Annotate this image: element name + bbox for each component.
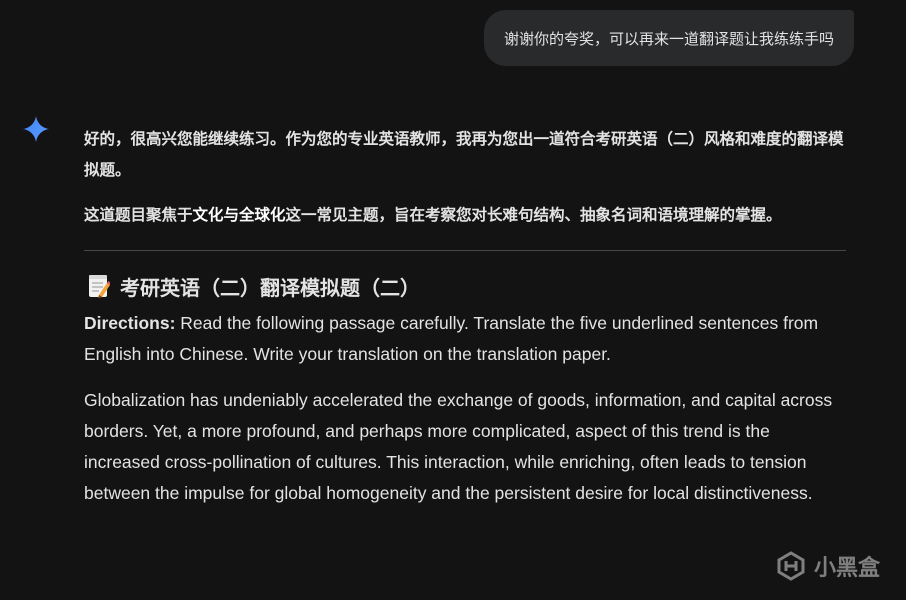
user-message-text: 谢谢你的夸奖，可以再来一道翻译题让我练练手吗 bbox=[503, 29, 834, 48]
divider bbox=[84, 250, 846, 251]
user-message-bubble: 谢谢你的夸奖，可以再来一道翻译题让我练练手吗 bbox=[483, 10, 854, 66]
section-title: 考研英语（二）翻译模拟题（二） bbox=[120, 275, 420, 300]
directions-text: Read the following passage carefully. Tr… bbox=[84, 313, 819, 364]
memo-icon bbox=[89, 275, 110, 298]
directions-label: Directions: bbox=[84, 313, 176, 333]
directions-paragraph: Directions: Read the following passage c… bbox=[84, 308, 846, 370]
focus-text-before: 这道题目聚焦于 bbox=[84, 206, 193, 224]
passage-paragraph: Globalization has undeniably accelerated… bbox=[84, 390, 833, 503]
focus-text-after: 这一常见主题，旨在考察您对长难句结构、抽象名词和语境理解的掌握。 bbox=[285, 206, 782, 224]
watermark-text: 小黑盒 bbox=[813, 556, 880, 581]
gemini-spark-icon bbox=[23, 116, 49, 142]
heybox-logo-icon bbox=[777, 551, 805, 581]
chat-page: 谢谢你的夸奖，可以再来一道翻译题让我练练手吗 好的，很高兴您能继续练习。作为您的… bbox=[0, 0, 906, 600]
section-heading: 考研英语（二）翻译模拟题（二） bbox=[84, 270, 846, 302]
intro-paragraph: 好的，很高兴您能继续练习。作为您的专业英语教师，我再为您出一道符合考研英语（二）… bbox=[84, 130, 844, 179]
watermark: 小黑盒 bbox=[776, 550, 880, 582]
focus-topic: 文化与全球化 bbox=[192, 206, 286, 224]
assistant-response: 好的，很高兴您能继续练习。作为您的专业英语教师，我再为您出一道符合考研英语（二）… bbox=[84, 124, 846, 509]
focus-paragraph: 这道题目聚焦于文化与全球化这一常见主题，旨在考察您对长难句结构、抽象名词和语境理… bbox=[84, 200, 846, 231]
